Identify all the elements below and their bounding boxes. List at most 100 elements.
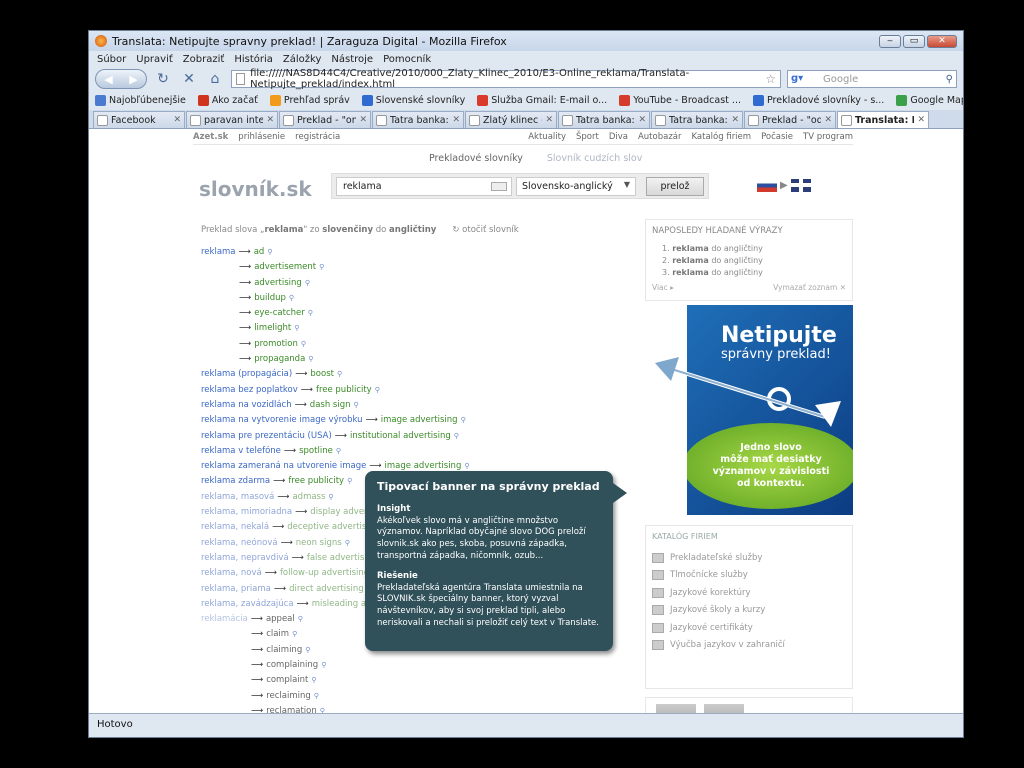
close-icon[interactable]: ✕ xyxy=(266,115,274,125)
magnifier-icon[interactable]: ⚲ xyxy=(464,462,469,470)
source-term[interactable]: reklama xyxy=(201,247,236,257)
target-term[interactable]: complaint xyxy=(266,675,308,685)
catalog-item[interactable]: Jazykové certifikáty xyxy=(652,622,846,633)
magnifier-icon[interactable]: ⚲ xyxy=(328,493,333,501)
browser-tab[interactable]: Tatra banka: Odh...✕ xyxy=(651,111,743,128)
target-term[interactable]: spotline xyxy=(299,446,333,456)
login-link[interactable]: prihlásenie xyxy=(238,132,285,142)
bookmark-item[interactable]: Ako začať xyxy=(197,94,258,106)
magnifier-icon[interactable]: ⚲ xyxy=(454,432,459,440)
target-term[interactable]: ad xyxy=(254,247,265,257)
magnifier-icon[interactable]: ⚲ xyxy=(375,386,380,394)
magnifier-icon[interactable]: ⚲ xyxy=(354,401,359,409)
home-icon[interactable]: ⌂ xyxy=(205,70,225,88)
bookmark-item[interactable]: Najobľúbenejšie xyxy=(95,94,186,106)
star-icon[interactable]: ☆ xyxy=(765,72,776,86)
source-term[interactable]: reklama zdarma xyxy=(201,476,270,486)
portal-link[interactable]: Aktuality xyxy=(528,132,566,142)
target-term[interactable]: direct advertising xyxy=(289,584,364,594)
menu-history[interactable]: História xyxy=(234,54,273,65)
target-term[interactable]: appeal xyxy=(266,614,295,624)
target-term[interactable]: limelight xyxy=(254,323,291,333)
source-term[interactable]: reklama, nepravdivá xyxy=(201,553,289,563)
stop-icon[interactable]: ✕ xyxy=(179,70,199,88)
target-term[interactable]: eye-catcher xyxy=(254,308,305,318)
bookmark-item[interactable]: Služba Gmail: E-mail o... xyxy=(477,94,607,106)
back-arrow-icon[interactable]: ◀ xyxy=(104,73,112,86)
magnifier-icon[interactable]: ⚲ xyxy=(298,615,303,623)
target-term[interactable]: institutional advertising xyxy=(350,431,451,441)
source-term[interactable]: reklama, mimoriadna xyxy=(201,507,292,517)
target-term[interactable]: image advertising xyxy=(385,461,462,471)
target-term[interactable]: propaganda xyxy=(254,354,305,364)
menu-edit[interactable]: Upraviť xyxy=(136,54,173,65)
portal-link[interactable]: Diva xyxy=(609,132,628,142)
menu-bookmarks[interactable]: Záložky xyxy=(283,54,321,65)
magnifier-icon[interactable]: ⚲ xyxy=(308,309,313,317)
more-link[interactable]: Viac ▸ xyxy=(652,283,674,292)
tab-translation-dictionaries[interactable]: Prekladové slovníky xyxy=(429,153,523,164)
magnifier-icon[interactable]: ⚲ xyxy=(301,340,306,348)
source-term[interactable]: reklama, neónová xyxy=(201,538,278,548)
browser-tab[interactable]: Translata: N...✕ xyxy=(837,111,929,128)
target-term[interactable]: promotion xyxy=(254,339,298,349)
close-icon[interactable]: ✕ xyxy=(638,115,646,125)
source-term[interactable]: reklama, nová xyxy=(201,568,262,578)
source-term[interactable]: reklama pre prezentáciu (USA) xyxy=(201,431,332,441)
target-term[interactable]: follow-up advertising xyxy=(280,568,369,578)
magnifier-icon[interactable]: ⚲ xyxy=(336,447,341,455)
catalog-item[interactable]: Jazykové školy a kurzy xyxy=(652,605,846,616)
magnifier-icon[interactable]: ⚲ xyxy=(321,661,326,669)
forward-arrow-icon[interactable]: ▶ xyxy=(129,73,137,86)
target-term[interactable]: claim xyxy=(266,629,289,639)
browser-tab[interactable]: Tatra banka: Odh...✕ xyxy=(558,111,650,128)
target-term[interactable]: complaining xyxy=(266,660,318,670)
catalog-item[interactable]: Tlmočnícke služby xyxy=(652,570,846,581)
close-icon[interactable]: ✕ xyxy=(917,115,925,125)
target-term[interactable]: buildup xyxy=(254,293,286,303)
source-term[interactable]: reklama (propagácia) xyxy=(201,369,292,379)
magnifier-icon[interactable]: ⚲ xyxy=(289,294,294,302)
recent-item[interactable]: 3. reklama do angličtiny xyxy=(662,268,846,277)
target-term[interactable]: free publicity xyxy=(288,476,344,486)
azet-link[interactable]: Azet.sk xyxy=(193,132,228,142)
close-icon[interactable]: ✕ xyxy=(452,115,460,125)
rotate-dictionary-link[interactable]: ↻ otočiť slovník xyxy=(452,225,518,235)
reload-icon[interactable]: ↻ xyxy=(153,70,173,88)
bookmark-item[interactable]: Prehľad správ xyxy=(269,94,350,106)
source-term[interactable]: reklamácia xyxy=(201,614,248,624)
source-term[interactable]: reklama, nekalá xyxy=(201,522,269,532)
magnifier-icon[interactable]: ⚲ xyxy=(461,416,466,424)
close-icon[interactable]: ✕ xyxy=(545,115,553,125)
source-term[interactable]: reklama, zavádzajúca xyxy=(201,599,294,609)
clear-list-link[interactable]: Vymazať zoznam ✕ xyxy=(773,283,846,292)
target-term[interactable]: boost xyxy=(310,369,334,379)
source-term[interactable]: reklama na vytvorenie image výrobku xyxy=(201,415,363,425)
magnifier-icon[interactable]: ⚲ xyxy=(311,676,316,684)
query-input[interactable]: reklama xyxy=(336,176,513,196)
tab-foreign-words[interactable]: Slovník cudzích slov xyxy=(547,153,642,164)
magnifier-icon[interactable]: ⚲ xyxy=(294,324,299,332)
maximize-button[interactable]: ▭ xyxy=(903,34,925,48)
portal-link[interactable]: Šport xyxy=(576,132,599,142)
site-logo[interactable]: slovník.sk xyxy=(199,177,312,201)
browser-tab[interactable]: Preklad - "online...✕ xyxy=(279,111,371,128)
menu-file[interactable]: Súbor xyxy=(97,54,126,65)
browser-tab[interactable]: Facebook ✕ xyxy=(93,111,185,128)
target-term[interactable]: advertisement xyxy=(254,262,316,272)
target-term[interactable]: dash sign xyxy=(310,400,351,410)
target-term[interactable]: free publicity xyxy=(316,385,372,395)
magnifier-icon[interactable]: ⚲ xyxy=(314,692,319,700)
bookmark-item[interactable]: Slovenské slovníky xyxy=(361,94,465,106)
recent-item[interactable]: 2. reklama do angličtiny xyxy=(662,256,846,265)
browser-tab[interactable]: Zlatý klinec - users✕ xyxy=(465,111,557,128)
close-icon[interactable]: ✕ xyxy=(824,115,832,125)
portal-link[interactable]: Katalóg firiem xyxy=(692,132,752,142)
close-icon[interactable]: ✕ xyxy=(359,115,367,125)
back-forward-buttons[interactable]: ◀ ▶ xyxy=(95,69,147,89)
url-bar[interactable]: file://///NAS8D44C4/Creative/2010/000_Zl… xyxy=(231,68,781,90)
magnifier-icon[interactable]: ⚲ xyxy=(345,539,350,547)
target-term[interactable]: image advertising xyxy=(381,415,458,425)
magnifier-icon[interactable]: ⚲ xyxy=(305,279,310,287)
bookmark-item[interactable]: Prekladové slovníky - s... xyxy=(752,94,884,106)
